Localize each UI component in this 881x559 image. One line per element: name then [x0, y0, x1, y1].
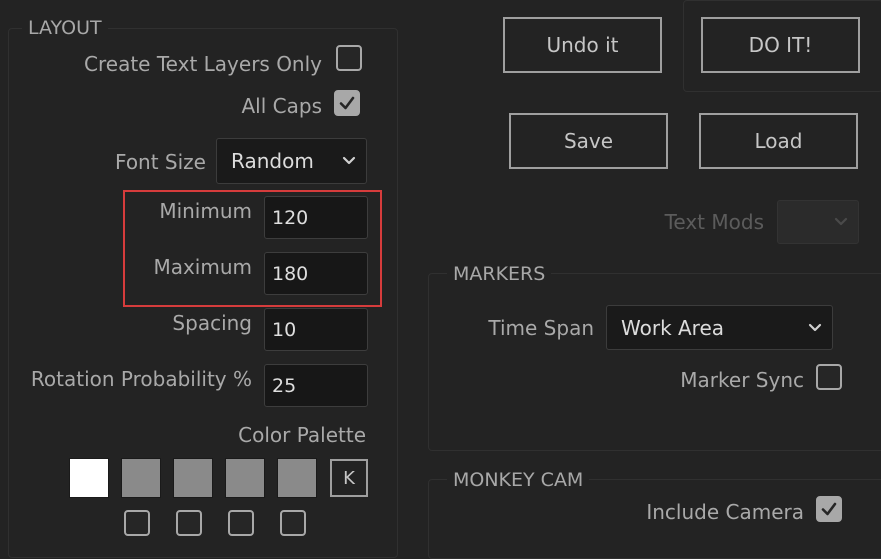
swatch-checkbox-2[interactable] — [124, 510, 150, 536]
color-swatch-1[interactable] — [69, 458, 109, 498]
all-caps-label: All Caps — [241, 94, 323, 118]
chevron-down-icon — [834, 217, 848, 226]
spacing-label: Spacing — [172, 311, 252, 335]
maximum-label: Maximum — [153, 255, 252, 279]
checkmark-icon — [821, 502, 837, 516]
time-span-dropdown[interactable]: Work Area — [606, 305, 833, 350]
marker-sync-checkbox[interactable] — [816, 364, 842, 390]
k-button[interactable]: K — [330, 459, 368, 497]
layout-legend: LAYOUT — [22, 16, 108, 40]
time-span-value: Work Area — [621, 315, 725, 340]
time-span-label: Time Span — [488, 316, 594, 340]
checkmark-icon — [339, 96, 355, 110]
color-palette-label: Color Palette — [238, 423, 366, 447]
minimum-label: Minimum — [159, 199, 252, 223]
swatch-checkbox-5[interactable] — [280, 510, 306, 536]
undo-button[interactable]: Undo it — [503, 17, 662, 73]
spacing-input[interactable] — [264, 308, 368, 351]
font-size-value: Random — [231, 149, 314, 173]
include-camera-label: Include Camera — [646, 500, 804, 524]
include-camera-checkbox[interactable] — [816, 496, 842, 522]
save-button[interactable]: Save — [509, 113, 668, 169]
color-swatch-5[interactable] — [277, 458, 317, 498]
chevron-down-icon — [808, 323, 822, 331]
maximum-input[interactable] — [264, 252, 368, 295]
color-swatch-4[interactable] — [225, 458, 265, 498]
swatch-checkbox-3[interactable] — [176, 510, 202, 536]
load-button[interactable]: Load — [699, 113, 858, 169]
text-mods-dropdown[interactable] — [777, 200, 859, 244]
font-size-label: Font Size — [115, 150, 206, 174]
markers-panel — [428, 273, 881, 451]
monkey-cam-legend: MONKEY CAM — [447, 468, 590, 492]
rotation-probability-input[interactable] — [264, 364, 368, 407]
do-it-button[interactable]: DO IT! — [701, 17, 860, 73]
text-mods-label: Text Mods — [664, 210, 764, 234]
rotation-probability-label: Rotation Probability % — [30, 367, 252, 391]
minimum-input[interactable] — [264, 196, 368, 239]
all-caps-checkbox[interactable] — [334, 90, 360, 116]
font-size-dropdown[interactable]: Random — [216, 138, 367, 184]
create-text-layers-only-checkbox[interactable] — [336, 45, 362, 71]
color-swatch-2[interactable] — [121, 458, 161, 498]
color-swatch-3[interactable] — [173, 458, 213, 498]
markers-legend: MARKERS — [447, 262, 552, 286]
chevron-down-icon — [342, 156, 356, 165]
marker-sync-label: Marker Sync — [680, 368, 804, 392]
swatch-checkbox-4[interactable] — [228, 510, 254, 536]
create-text-layers-only-label: Create Text Layers Only — [84, 52, 322, 76]
